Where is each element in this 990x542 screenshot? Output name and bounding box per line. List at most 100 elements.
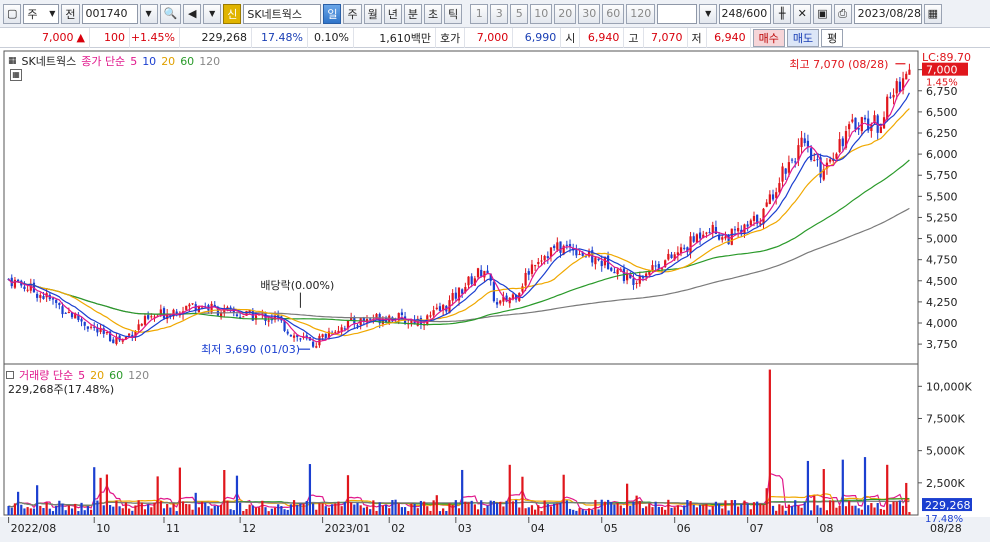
price-volume-chart[interactable]: 7,0006,7506,5006,2506,0005,7505,5005,250… [0,49,990,542]
volume-bar [486,505,489,515]
volume-bar [464,501,467,515]
volume-bar [251,505,254,515]
candle-settings-icon[interactable]: ╫ [773,3,792,24]
crosshair-icon[interactable]: ✕ [793,3,812,24]
candle-body [315,346,318,348]
volume-bar [445,511,448,515]
legend-toggle-icon[interactable]: ▦ [10,69,22,81]
volume-bar [626,483,629,515]
options-dropdown-icon[interactable]: ▼ [203,3,222,24]
interval-dropdown-icon[interactable]: ▼ [699,3,718,24]
open-label: 시 [561,27,581,48]
calendar-icon[interactable]: ▦ [923,3,943,24]
candle-body [733,229,737,231]
save-icon[interactable]: ▣ [813,3,832,24]
candle-body [886,96,889,120]
volume-tag: 229,268 [925,499,971,512]
volume-bar [676,505,679,515]
count-input[interactable]: 248/600 [719,3,772,24]
candle-body [537,261,540,265]
period-monthly-button[interactable]: 월 [363,3,382,24]
legend-toggle-small-icon[interactable] [6,371,14,379]
candle-body [143,316,147,325]
period-weekly-button[interactable]: 주 [343,3,362,24]
interval-60-button[interactable]: 60 [602,3,625,24]
interval-3-button[interactable]: 3 [490,3,509,24]
time-tick-label: 03 [458,522,472,535]
turnover-rate: 0.10% [308,27,354,48]
period-minute-button[interactable]: 분 [403,3,422,24]
volume-bar [422,501,426,515]
time-tick-label: 06 [677,522,691,535]
candle-body [708,232,711,234]
period-yearly-button[interactable]: 년 [383,3,402,24]
date-input[interactable]: 2023/08/28 [853,3,922,24]
volume-bar [645,506,648,515]
time-axis-bg [0,517,990,542]
volume-bar [470,500,473,515]
interval-120-button[interactable]: 120 [626,3,656,24]
candle-body [806,140,810,147]
window-icon[interactable]: ▢ [3,3,22,24]
volume-bar [315,509,318,515]
period-daily-button[interactable]: 일 [323,3,342,24]
volume-bar [394,499,397,515]
volume-bar [844,506,848,515]
volume-bar [717,503,721,515]
candle-body [613,271,616,274]
candle-body [289,335,292,337]
volume-bar [597,509,600,515]
buy-button[interactable]: 매수 [752,28,785,47]
interval-30-button[interactable]: 30 [578,3,601,24]
volume-bar [708,509,711,515]
chart-area[interactable]: 7,0006,7506,5006,2506,0005,7505,5005,250… [0,49,990,542]
volume-bar [194,492,197,515]
evaluate-button[interactable]: 평 [821,28,844,47]
volume-bar [603,501,607,515]
volume-bar [210,508,213,515]
volume-bar [784,510,787,515]
lc-label: LC:89.70 [922,51,971,64]
volume-bar [67,505,70,515]
volume-bar [254,507,258,515]
volume-bar [695,507,699,515]
print-icon[interactable]: ⎙ [833,3,852,24]
candle-body [790,159,794,161]
period-second-button[interactable]: 초 [423,3,443,24]
interval-1-button[interactable]: 1 [470,3,489,24]
interval-custom-input[interactable] [657,3,698,24]
sell-button[interactable]: 매도 [786,28,820,47]
volume-bar [752,502,756,515]
interval-5-button[interactable]: 5 [510,3,529,24]
volume-bar [876,503,879,515]
legend-grid-icon[interactable]: ▦ [8,56,17,66]
period-tick-button[interactable]: 틱 [444,3,463,24]
volume-bar [527,507,530,515]
candle-body [185,305,188,310]
volume-bar [559,502,562,515]
volume-bar [499,501,502,515]
volume-bar [657,506,660,515]
price-change-pct: +1.45% [130,27,180,48]
candle-body [854,117,857,130]
candle-body [816,159,819,161]
volume-bar [724,500,727,515]
volume-bar [860,509,863,515]
candle-body [140,324,143,326]
stock-code-input[interactable]: 001740 [81,3,138,24]
market-select[interactable]: 주 ▼ [23,3,60,24]
search-icon[interactable]: 🔍 [159,3,182,24]
volume-bar [673,507,676,515]
candle-body [461,289,464,294]
volume-bar [568,508,572,515]
interval-20-button[interactable]: 20 [554,3,577,24]
legend-vol-ma60: 60 [109,368,124,382]
volume-bar [727,510,730,515]
interval-10-button[interactable]: 10 [530,3,553,24]
speaker-icon[interactable]: ◀ [183,3,202,24]
all-button[interactable]: 전 [61,3,80,24]
volume-bar [476,509,480,515]
volume-bar [540,511,543,515]
time-tick-label: 12 [242,522,256,535]
code-dropdown-icon[interactable]: ▼ [139,3,158,24]
